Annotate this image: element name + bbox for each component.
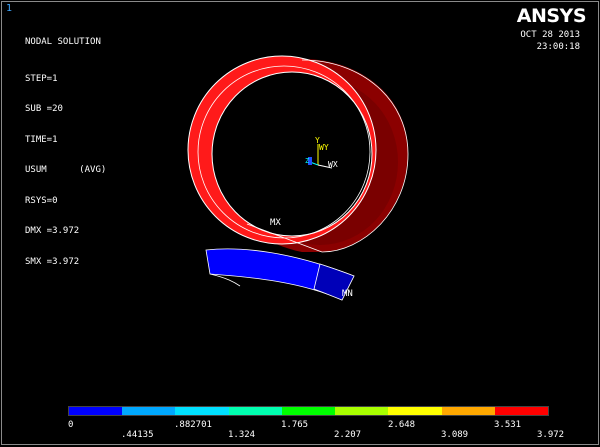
- legend-label: .882701: [174, 420, 212, 430]
- triad-wx-label: WX: [328, 160, 338, 169]
- triad-z-label: Z: [305, 157, 310, 165]
- legend-label: 3.972: [537, 430, 565, 440]
- legend-label: 2.207: [334, 430, 362, 440]
- ring-hole: [211, 71, 373, 237]
- contour-legend-bar: [68, 406, 549, 416]
- legend-color-segment: [228, 407, 282, 415]
- legend-color-segment: [335, 407, 389, 415]
- min-marker: MN: [342, 289, 353, 299]
- legend-color-segment: [69, 407, 123, 415]
- legend-label: 3.531: [494, 420, 522, 430]
- legend-label: 3.089: [441, 430, 469, 440]
- legend-color-segment: [388, 407, 442, 415]
- legend-color-segment: [122, 407, 176, 415]
- legend-label: 1.765: [281, 420, 309, 430]
- legend-color-segment: [441, 407, 495, 415]
- legend-color-segment: [175, 407, 229, 415]
- legend-label: 0: [68, 420, 74, 430]
- legend-color-segment: [281, 407, 336, 415]
- triad-wy-label: WY: [319, 143, 329, 152]
- graphics-viewport[interactable]: 1 NODAL SOLUTION STEP=1 SUB =20 TIME=1 U…: [1, 1, 599, 445]
- legend-label: .44135: [121, 430, 154, 440]
- model-plot: [187, 55, 409, 301]
- legend-label: 1.324: [228, 430, 256, 440]
- legend-label: 2.648: [388, 420, 416, 430]
- legend-color-segment: [494, 407, 548, 415]
- max-marker: MX: [270, 218, 281, 228]
